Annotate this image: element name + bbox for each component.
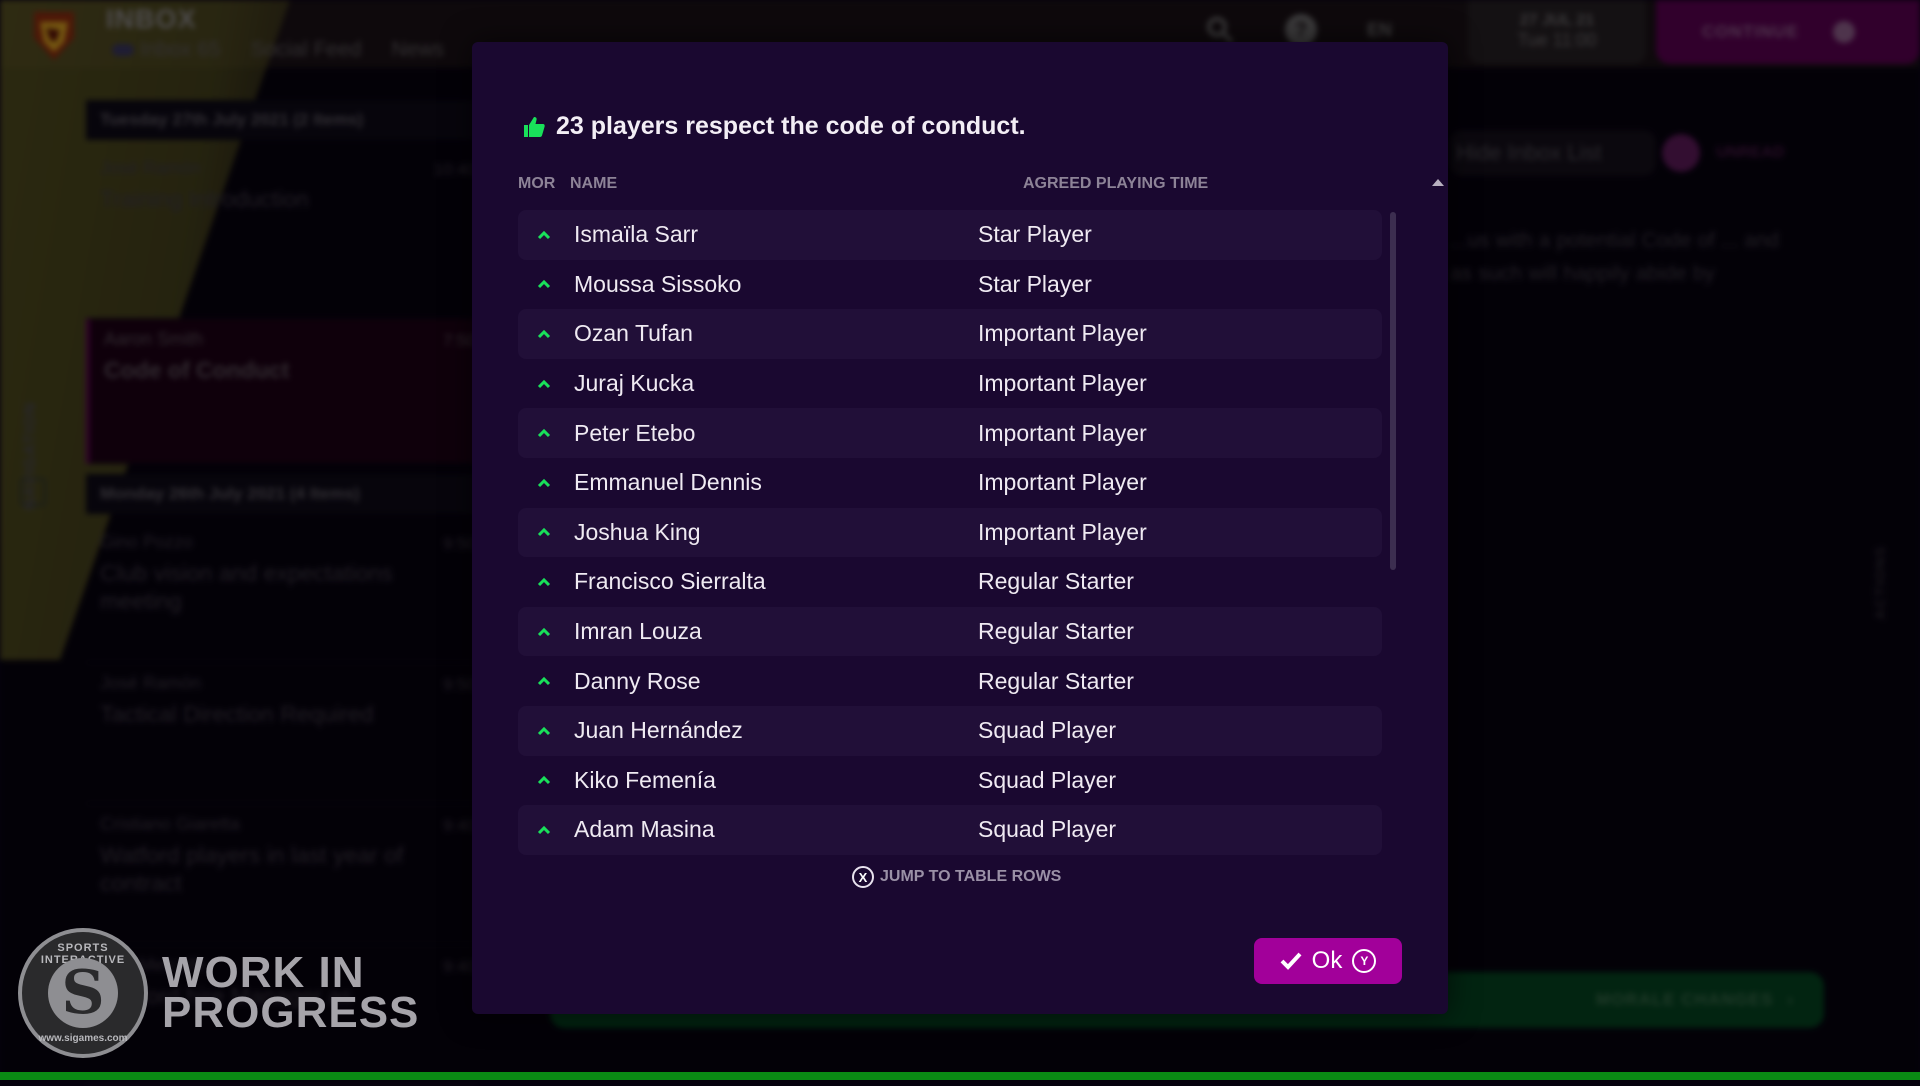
table-scrollbar[interactable] xyxy=(1390,212,1396,570)
column-header-name[interactable]: NAME xyxy=(570,175,617,193)
table-row[interactable]: Ismaïla Sarr Star Player xyxy=(518,210,1382,260)
morale-up-icon xyxy=(537,230,551,239)
column-header-morale[interactable]: MOR xyxy=(518,175,555,193)
player-name[interactable]: Danny Rose xyxy=(574,668,701,695)
sports-interactive-logo: SPORTS INTERACTIVE S www.sigames.com xyxy=(18,928,148,1058)
morale-cell xyxy=(518,726,570,736)
table-row[interactable]: Joshua King Important Player xyxy=(518,507,1382,558)
morale-cell xyxy=(518,527,570,537)
table-row[interactable]: Kiko Femenía Squad Player xyxy=(518,756,1382,806)
player-name[interactable]: Emmanuel Dennis xyxy=(574,469,762,496)
agreed-playing-time: Squad Player xyxy=(978,717,1117,744)
agreed-playing-time: Regular Starter xyxy=(978,667,1134,694)
table-row[interactable]: Adam Masina Squad Player xyxy=(518,805,1382,855)
players-table: Ismaïla Sarr Star Player Moussa Sissoko Sta… xyxy=(518,210,1382,855)
player-name[interactable]: Moussa Sissoko xyxy=(574,271,741,298)
morale-up-icon xyxy=(537,726,551,735)
player-name[interactable]: Peter Etebo xyxy=(574,420,695,447)
sort-ascending-icon[interactable] xyxy=(1432,179,1444,186)
table-row[interactable]: Juan Hernández Squad Player xyxy=(518,705,1382,756)
morale-cell xyxy=(518,825,570,835)
ok-label: Ok xyxy=(1311,947,1343,974)
table-header: MOR NAME AGREED PLAYING TIME xyxy=(518,175,1458,195)
logo-bottom-text: www.sigames.com xyxy=(38,1033,128,1044)
player-name[interactable]: Imran Louza xyxy=(574,618,702,645)
morale-cell xyxy=(518,577,570,587)
morale-up-icon xyxy=(537,280,551,289)
morale-up-icon xyxy=(537,329,551,339)
morale-cell xyxy=(518,478,570,488)
agreed-playing-time: Important Player xyxy=(978,370,1147,397)
dialog-title: 23 players respect the code of conduct. xyxy=(522,112,1026,141)
agreed-playing-time: Important Player xyxy=(978,469,1147,496)
agreed-playing-time: Important Player xyxy=(978,419,1147,446)
agreed-playing-time: Star Player xyxy=(978,221,1092,248)
player-name[interactable]: Francisco Sierralta xyxy=(574,568,766,595)
morale-up-icon xyxy=(537,379,551,388)
morale-up-icon xyxy=(537,528,551,537)
player-name[interactable]: Adam Masina xyxy=(574,816,715,843)
morale-up-icon xyxy=(537,429,551,438)
x-button-icon: X xyxy=(852,866,874,888)
morale-up-icon xyxy=(537,627,551,636)
table-row[interactable]: Imran Louza Regular Starter xyxy=(518,606,1382,657)
player-name[interactable]: Joshua King xyxy=(574,519,701,546)
morale-cell xyxy=(518,428,570,438)
player-name[interactable]: Kiko Femenía xyxy=(574,767,716,794)
agreed-playing-time: Squad Player xyxy=(978,766,1117,793)
agreed-playing-time: Regular Starter xyxy=(978,618,1134,645)
table-row[interactable]: Juraj Kucka Important Player xyxy=(518,359,1382,409)
column-header-playing-time[interactable]: AGREED PLAYING TIME xyxy=(1023,175,1208,193)
player-name[interactable]: Juan Hernández xyxy=(574,717,743,744)
jump-label: JUMP TO TABLE ROWS xyxy=(880,868,1062,885)
morale-up-icon xyxy=(537,776,551,785)
checkmark-icon xyxy=(1280,952,1302,970)
morale-cell xyxy=(518,329,570,339)
jump-to-table-rows[interactable]: X JUMP TO TABLE ROWS xyxy=(852,866,1061,888)
agreed-playing-time: Important Player xyxy=(978,518,1147,545)
dialog-title-text: 23 players respect the code of conduct. xyxy=(556,112,1026,140)
player-name[interactable]: Ismaïla Sarr xyxy=(574,221,698,248)
morale-cell xyxy=(518,230,570,240)
table-row[interactable]: Moussa Sissoko Star Player xyxy=(518,260,1382,310)
morale-up-icon xyxy=(537,677,551,686)
si-emblem-icon: S xyxy=(48,958,118,1028)
y-button-icon: Y xyxy=(1352,949,1377,973)
table-row[interactable]: Danny Rose Regular Starter xyxy=(518,656,1382,706)
watermark-line-1: WORK IN xyxy=(162,948,365,997)
morale-cell xyxy=(518,676,570,686)
agreed-playing-time: Important Player xyxy=(978,320,1147,347)
table-row[interactable]: Peter Etebo Important Player xyxy=(518,408,1382,458)
agreed-playing-time: Regular Starter xyxy=(978,568,1134,595)
watermark-text: WORK IN PROGRESS xyxy=(162,948,420,1037)
agreed-playing-time: Star Player xyxy=(978,270,1092,297)
watermark-line-2: PROGRESS xyxy=(162,988,420,1037)
ok-button[interactable]: Ok Y xyxy=(1254,938,1402,984)
morale-cell xyxy=(518,775,570,785)
player-name[interactable]: Juraj Kucka xyxy=(574,370,694,397)
work-in-progress-watermark: SPORTS INTERACTIVE S www.sigames.com WOR… xyxy=(18,928,419,1058)
player-name[interactable]: Ozan Tufan xyxy=(574,320,693,347)
agreed-playing-time: Squad Player xyxy=(978,816,1117,843)
table-row[interactable]: Emmanuel Dennis Important Player xyxy=(518,458,1382,508)
morale-up-icon xyxy=(537,825,551,834)
morale-cell xyxy=(518,279,570,289)
table-row[interactable]: Ozan Tufan Important Player xyxy=(518,309,1382,359)
processing-progress-bar xyxy=(0,1072,1920,1080)
table-row[interactable]: Francisco Sierralta Regular Starter xyxy=(518,557,1382,607)
morale-cell xyxy=(518,627,570,637)
morale-cell xyxy=(518,379,570,389)
morale-up-icon xyxy=(537,577,551,587)
morale-up-icon xyxy=(537,478,551,487)
code-of-conduct-dialog: 23 players respect the code of conduct. … xyxy=(472,42,1448,1014)
thumbs-up-icon xyxy=(524,116,545,137)
